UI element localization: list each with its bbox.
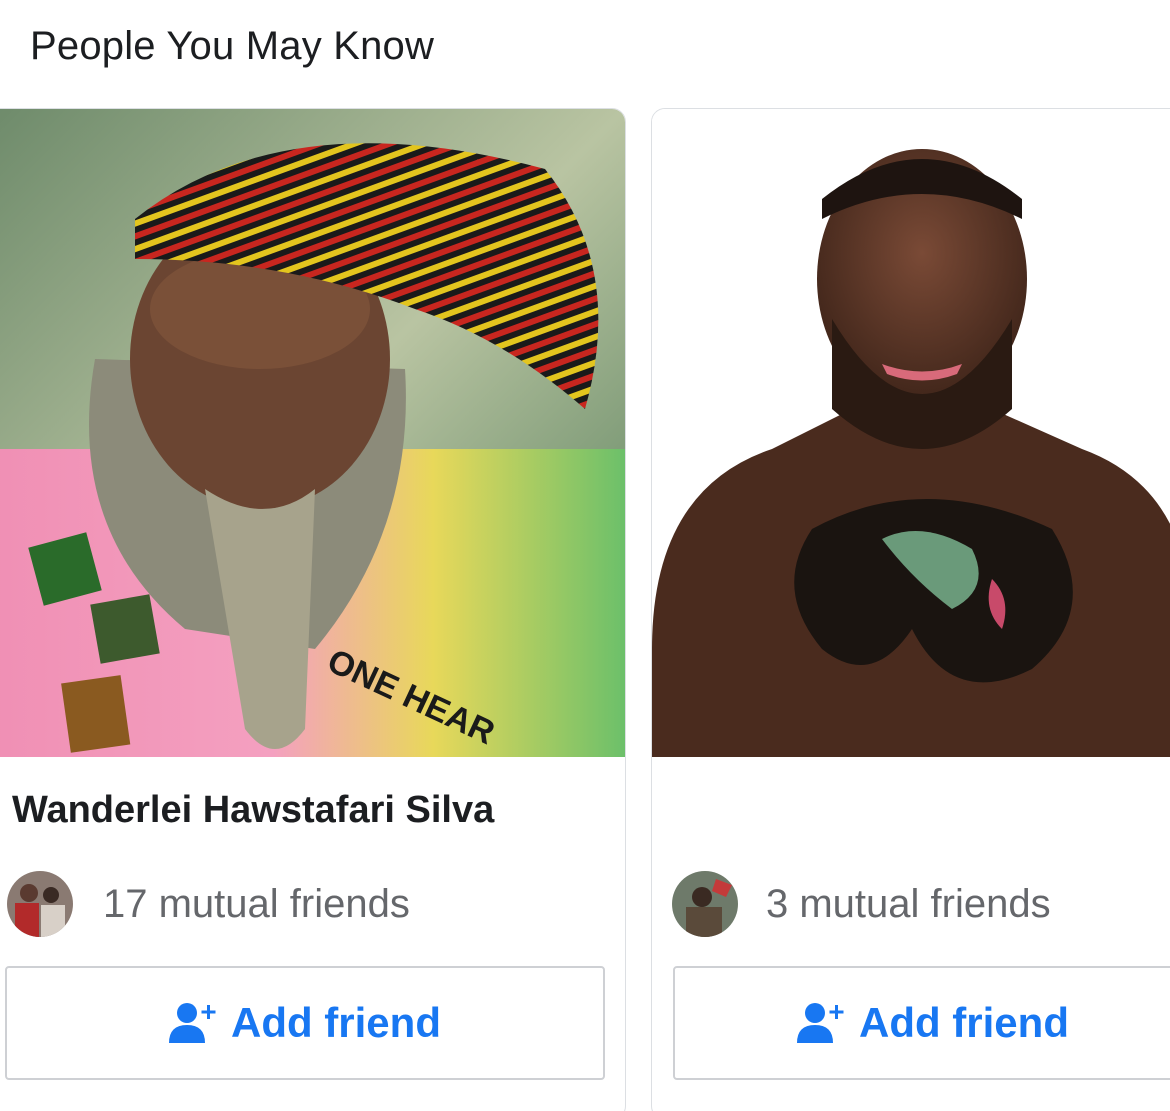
mutual-friends-count: 3 mutual friends	[766, 881, 1051, 926]
profile-photo[interactable]	[652, 109, 1170, 757]
mutual-friends-row[interactable]: 3 mutual friends	[672, 869, 1051, 939]
person-card[interactable]: ONE HEAR Wanderlei Hawstafari Silva 17 m…	[0, 108, 626, 1111]
profile-photo[interactable]: ONE HEAR	[0, 109, 625, 757]
section-title: People You May Know	[30, 24, 435, 68]
mutual-friend-avatar	[7, 871, 73, 937]
mutual-friend-avatar	[672, 871, 738, 937]
people-you-may-know-page: People You May Know ONE HEAR Wanderlei H…	[0, 0, 1170, 1111]
add-friend-button[interactable]: Add friend	[673, 966, 1170, 1080]
person-name[interactable]: Wanderlei Hawstafari Silva	[12, 789, 494, 832]
add-friend-icon	[169, 1001, 217, 1045]
add-friend-label: Add friend	[231, 999, 441, 1046]
add-friend-label: Add friend	[859, 999, 1069, 1046]
mutual-friends-row[interactable]: 17 mutual friends	[7, 869, 410, 939]
person-card[interactable]: 3 mutual friends Add friend	[651, 108, 1170, 1111]
add-friend-button[interactable]: Add friend	[5, 966, 605, 1080]
add-friend-icon	[797, 1001, 845, 1045]
mutual-friends-count: 17 mutual friends	[103, 881, 410, 926]
